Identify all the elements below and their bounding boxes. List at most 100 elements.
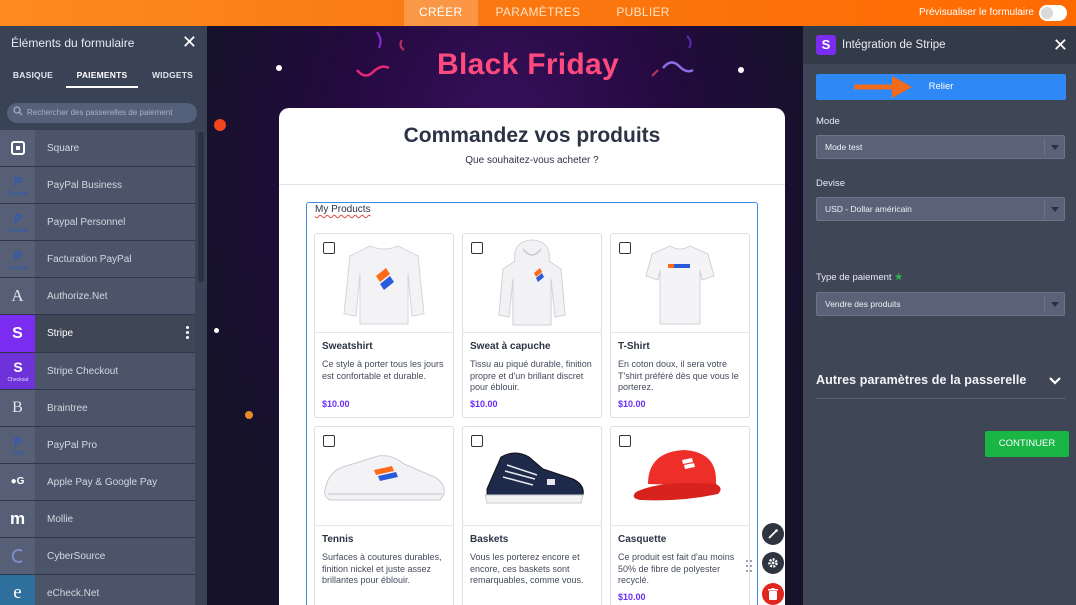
svg-text:P: P — [13, 435, 21, 449]
gateway-item-stripe-checkout[interactable]: S Checkout Stripe Checkout — [0, 352, 195, 390]
decor-dot — [245, 411, 253, 419]
gateway-item-mollie[interactable]: m Mollie — [0, 500, 195, 539]
product-description: Ce produit est fait d'au moins 50% de fi… — [618, 552, 735, 585]
scrollbar-thumb[interactable] — [198, 132, 204, 282]
gateway-label: Facturation PayPal — [47, 254, 132, 266]
gateway-search-input[interactable]: Rechercher des passerelles de paiement — [7, 103, 197, 123]
close-icon[interactable]: ✕ — [182, 32, 197, 52]
gateway-item-paypal-personnel[interactable]: P Personal Paypal Personnel — [0, 204, 195, 242]
gateway-label: Mollie — [47, 513, 74, 525]
products-field[interactable]: My Products Sweatshirt Ce style à porter… — [306, 202, 758, 605]
gateway-label: Stripe Checkout — [47, 365, 119, 377]
stripe-checkout-icon: S Checkout — [0, 352, 35, 389]
top-tabs: CRÉER PARAMÈTRES PUBLIER — [404, 0, 688, 26]
panel-header: S Intégration de Stripe ✕ — [803, 26, 1076, 64]
wand-icon[interactable] — [762, 523, 784, 545]
product-checkbox[interactable] — [323, 242, 335, 254]
badge-text: PRO — [12, 451, 23, 457]
trash-icon[interactable] — [762, 583, 784, 605]
panel-header: Éléments du formulaire ✕ — [0, 26, 207, 62]
gateway-label: eCheck.Net — [47, 588, 100, 600]
paypal-invoicing-icon: P Invoicing — [0, 241, 35, 278]
subtab-paiements[interactable]: PAIEMENTS — [66, 62, 138, 88]
tab-publier[interactable]: PUBLIER — [598, 0, 687, 26]
more-options-icon[interactable] — [186, 326, 189, 340]
product-price: $10.00 — [618, 399, 646, 409]
gear-icon[interactable] — [762, 552, 784, 574]
product-description: Vous les porterez encore et encore, ces … — [470, 552, 584, 585]
divider — [315, 332, 453, 333]
payment-type-label: Type de paiement ★ — [816, 272, 903, 283]
product-card-hoodie[interactable]: Sweat à capuche Tissu au piqué durable, … — [462, 233, 602, 418]
product-price: $10.00 — [322, 399, 350, 409]
tab-creer[interactable]: CRÉER — [404, 0, 478, 26]
gateway-item-paypal-invoicing[interactable]: P Invoicing Facturation PayPal — [0, 241, 195, 279]
chevron-down-icon[interactable] — [1049, 376, 1061, 386]
panel-scrollbar[interactable] — [197, 130, 205, 605]
product-checkbox[interactable] — [471, 435, 483, 447]
svg-text:S: S — [13, 359, 22, 375]
continue-button[interactable]: CONTINUER — [985, 431, 1069, 457]
product-checkbox[interactable] — [619, 242, 631, 254]
subtab-basique[interactable]: BASIQUE — [0, 62, 66, 88]
gateway-label: Apple Pay & Google Pay — [47, 476, 158, 488]
mollie-icon: m — [0, 500, 35, 538]
gateway-label: PayPal Business — [47, 180, 123, 192]
product-card-cap[interactable]: Casquette Ce produit est fait d'au moins… — [610, 426, 750, 605]
product-card-sweatshirt[interactable]: Sweatshirt Ce style à porter tous les jo… — [314, 233, 454, 418]
banner-title: Black Friday — [437, 48, 620, 81]
stripe-logo-icon: S — [816, 35, 836, 55]
gateway-item-square[interactable]: Square — [0, 130, 195, 168]
other-settings-toggle[interactable]: Autres paramètres de la passerelle — [816, 373, 1026, 387]
product-card-tshirt[interactable]: T-Shirt En coton doux, il sera votre T's… — [610, 233, 750, 418]
tab-parametres[interactable]: PARAMÈTRES — [478, 0, 599, 26]
preview-label: Prévisualiser le formulaire — [918, 7, 1034, 18]
currency-select[interactable]: USD - Dollar américain — [816, 197, 1065, 221]
drag-handle-icon[interactable] — [745, 559, 753, 573]
product-description: Surfaces à coutures durables, finition n… — [322, 552, 442, 585]
gateway-item-braintree[interactable]: B Braintree — [0, 389, 195, 427]
payment-type-select[interactable]: Vendre des produits — [816, 292, 1065, 316]
gateway-label: Stripe — [47, 328, 74, 340]
chevron-down-icon — [1044, 138, 1064, 156]
product-price: $10.00 — [470, 399, 498, 409]
hoodie-image — [463, 234, 601, 332]
panel-title: Intégration de Stripe — [842, 39, 946, 51]
paypal-personal-icon: P Personal — [0, 204, 35, 241]
authorize-net-icon: A — [0, 278, 35, 315]
currency-label: Devise — [816, 178, 846, 189]
sweatshirt-image — [315, 234, 453, 332]
product-name: Tennis — [322, 534, 354, 545]
product-card-tennis[interactable]: Tennis Surfaces à coutures durables, fin… — [314, 426, 454, 605]
divider — [611, 525, 749, 526]
product-checkbox[interactable] — [471, 242, 483, 254]
gateway-item-paypal-pro[interactable]: P PRO PayPal Pro — [0, 426, 195, 464]
decor-dot — [276, 65, 282, 71]
product-checkbox[interactable] — [619, 435, 631, 447]
subtab-widgets[interactable]: WIDGETS — [138, 62, 207, 88]
preview-toggle[interactable] — [1039, 5, 1067, 21]
mode-select[interactable]: Mode test — [816, 135, 1065, 159]
mode-value: Mode test — [825, 142, 863, 152]
close-icon[interactable]: ✕ — [1053, 35, 1068, 55]
gateway-item-apple-google-pay[interactable]: ●G Apple Pay & Google Pay — [0, 463, 195, 501]
gateway-item-echeck[interactable]: e eCheck.Net — [0, 575, 195, 605]
cap-image — [611, 427, 749, 525]
tennis-shoe-image — [315, 427, 453, 525]
sneaker-image — [463, 427, 601, 525]
gateway-item-cybersource[interactable]: CyberSource — [0, 538, 195, 576]
gateway-item-authorize-net[interactable]: A Authorize.Net — [0, 278, 195, 316]
form-title[interactable]: Commandez vos produits — [279, 124, 785, 148]
payment-type-label-text: Type de paiement — [816, 272, 892, 283]
decor-dot — [738, 67, 744, 73]
cybersource-icon — [0, 538, 35, 575]
top-bar: CRÉER PARAMÈTRES PUBLIER Prévisualiser l… — [0, 0, 1076, 26]
product-card-sneakers[interactable]: Baskets Vous les porterez encore et enco… — [462, 426, 602, 605]
gateway-item-stripe[interactable]: S Stripe — [0, 315, 195, 353]
product-checkbox[interactable] — [323, 435, 335, 447]
form-subtitle[interactable]: Que souhaitez-vous acheter ? — [279, 155, 785, 166]
field-label[interactable]: My Products — [315, 204, 371, 215]
decor-dot — [214, 119, 226, 131]
product-name: Sweatshirt — [322, 341, 373, 352]
gateway-item-paypal-business[interactable]: P Business PayPal Business — [0, 167, 195, 205]
